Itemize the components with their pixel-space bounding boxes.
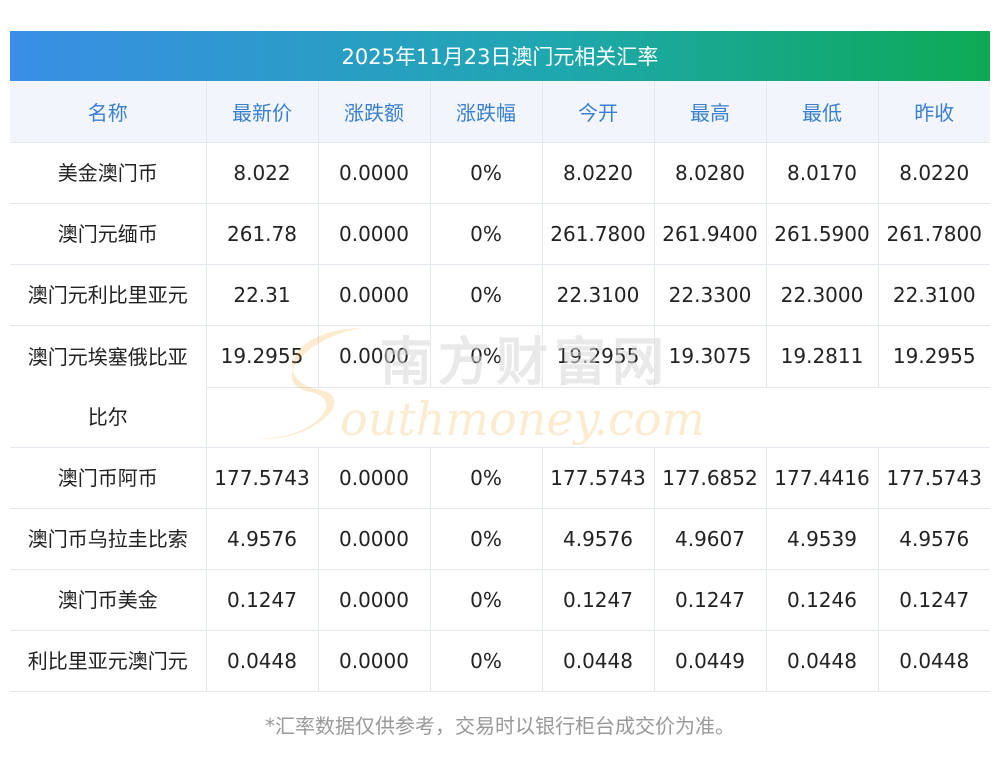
table-row: 澳门元缅币 261.78 0.0000 0% 261.7800 261.9400… xyxy=(10,203,990,265)
column-header-high: 最高 xyxy=(654,81,767,143)
prev-close-price: 0.1247 xyxy=(878,569,990,631)
change-percent: 0% xyxy=(430,203,543,265)
prev-close-price: 22.3100 xyxy=(878,264,990,326)
table-row: 澳门币乌拉圭比索 4.9576 0.0000 0% 4.9576 4.9607 … xyxy=(10,508,990,570)
change-percent: 0% xyxy=(430,630,543,692)
currency-pair-name: 美金澳门币 xyxy=(10,142,207,204)
table-row: 澳门元埃塞俄比亚 比尔 19.2955 0.0000 0% 19.2955 19… xyxy=(10,325,990,448)
column-header-prev-close: 昨收 xyxy=(878,81,990,143)
column-header-open: 今开 xyxy=(542,81,655,143)
currency-pair-name: 澳门元缅币 xyxy=(10,203,207,265)
currency-pair-name-line2: 比尔 xyxy=(87,404,128,429)
latest-price: 0.1247 xyxy=(206,569,319,631)
currency-pair-name: 澳门币美金 xyxy=(10,569,207,631)
empty-cell xyxy=(206,387,990,448)
column-header-change: 涨跌额 xyxy=(318,81,431,143)
change-percent: 0% xyxy=(430,508,543,570)
prev-close-price: 4.9576 xyxy=(878,508,990,570)
change-percent: 0% xyxy=(430,325,543,388)
low-price: 0.1246 xyxy=(766,569,879,631)
change-percent: 0% xyxy=(430,142,543,204)
open-price: 0.1247 xyxy=(542,569,655,631)
prev-close-price: 0.0448 xyxy=(878,630,990,692)
open-price: 0.0448 xyxy=(542,630,655,692)
table-row: 澳门币美金 0.1247 0.0000 0% 0.1247 0.1247 0.1… xyxy=(10,569,990,631)
currency-pair-name: 澳门元埃塞俄比亚 比尔 xyxy=(10,325,207,448)
prev-close-price: 261.7800 xyxy=(878,203,990,265)
table-header-row: 名称 最新价 涨跌额 涨跌幅 今开 最高 最低 昨收 xyxy=(10,81,990,143)
low-price: 0.0448 xyxy=(766,630,879,692)
low-price: 8.0170 xyxy=(766,142,879,204)
open-price: 177.5743 xyxy=(542,447,655,509)
table-row: 澳门币阿币 177.5743 0.0000 0% 177.5743 177.68… xyxy=(10,447,990,509)
latest-price: 19.2955 xyxy=(206,325,319,388)
low-price: 4.9539 xyxy=(766,508,879,570)
change-amount: 0.0000 xyxy=(318,325,431,388)
open-price: 261.7800 xyxy=(542,203,655,265)
high-price: 261.9400 xyxy=(654,203,767,265)
prev-close-price: 19.2955 xyxy=(878,325,990,388)
table-title: 2025年11月23日澳门元相关汇率 xyxy=(10,31,990,81)
high-price: 22.3300 xyxy=(654,264,767,326)
latest-price: 4.9576 xyxy=(206,508,319,570)
column-header-latest: 最新价 xyxy=(206,81,319,143)
latest-price: 8.022 xyxy=(206,142,319,204)
change-amount: 0.0000 xyxy=(318,630,431,692)
prev-close-price: 177.5743 xyxy=(878,447,990,509)
currency-pair-name-line1: 澳门元埃塞俄比亚 xyxy=(27,344,188,369)
currency-pair-name: 澳门币乌拉圭比索 xyxy=(10,508,207,570)
column-header-name: 名称 xyxy=(10,81,207,143)
table-row: 澳门元利比里亚元 22.31 0.0000 0% 22.3100 22.3300… xyxy=(10,264,990,326)
high-price: 0.0449 xyxy=(654,630,767,692)
open-price: 19.2955 xyxy=(542,325,655,388)
change-percent: 0% xyxy=(430,264,543,326)
change-amount: 0.0000 xyxy=(318,569,431,631)
currency-pair-name: 利比里亚元澳门元 xyxy=(10,630,207,692)
latest-price: 22.31 xyxy=(206,264,319,326)
high-price: 8.0280 xyxy=(654,142,767,204)
change-amount: 0.0000 xyxy=(318,264,431,326)
low-price: 177.4416 xyxy=(766,447,879,509)
change-percent: 0% xyxy=(430,447,543,509)
prev-close-price: 8.0220 xyxy=(878,142,990,204)
open-price: 4.9576 xyxy=(542,508,655,570)
change-amount: 0.0000 xyxy=(318,508,431,570)
latest-price: 261.78 xyxy=(206,203,319,265)
open-price: 8.0220 xyxy=(542,142,655,204)
high-price: 0.1247 xyxy=(654,569,767,631)
latest-price: 177.5743 xyxy=(206,447,319,509)
table-row: 利比里亚元澳门元 0.0448 0.0000 0% 0.0448 0.0449 … xyxy=(10,630,990,692)
disclaimer-note: *汇率数据仅供参考，交易时以银行柜台成交价为准。 xyxy=(265,714,735,738)
currency-pair-name: 澳门元利比里亚元 xyxy=(10,264,207,326)
change-amount: 0.0000 xyxy=(318,142,431,204)
change-amount: 0.0000 xyxy=(318,203,431,265)
change-percent: 0% xyxy=(430,569,543,631)
high-price: 177.6852 xyxy=(654,447,767,509)
latest-price: 0.0448 xyxy=(206,630,319,692)
exchange-rate-table: 名称 最新价 涨跌额 涨跌幅 今开 最高 最低 昨收 美金澳门币 8.022 0… xyxy=(10,81,990,692)
high-price: 19.3075 xyxy=(654,325,767,388)
low-price: 22.3000 xyxy=(766,264,879,326)
table-row: 美金澳门币 8.022 0.0000 0% 8.0220 8.0280 8.01… xyxy=(10,142,990,204)
open-price: 22.3100 xyxy=(542,264,655,326)
column-header-change-pct: 涨跌幅 xyxy=(430,81,543,143)
high-price: 4.9607 xyxy=(654,508,767,570)
currency-pair-name: 澳门币阿币 xyxy=(10,447,207,509)
low-price: 19.2811 xyxy=(766,325,879,388)
column-header-low: 最低 xyxy=(766,81,879,143)
low-price: 261.5900 xyxy=(766,203,879,265)
change-amount: 0.0000 xyxy=(318,447,431,509)
